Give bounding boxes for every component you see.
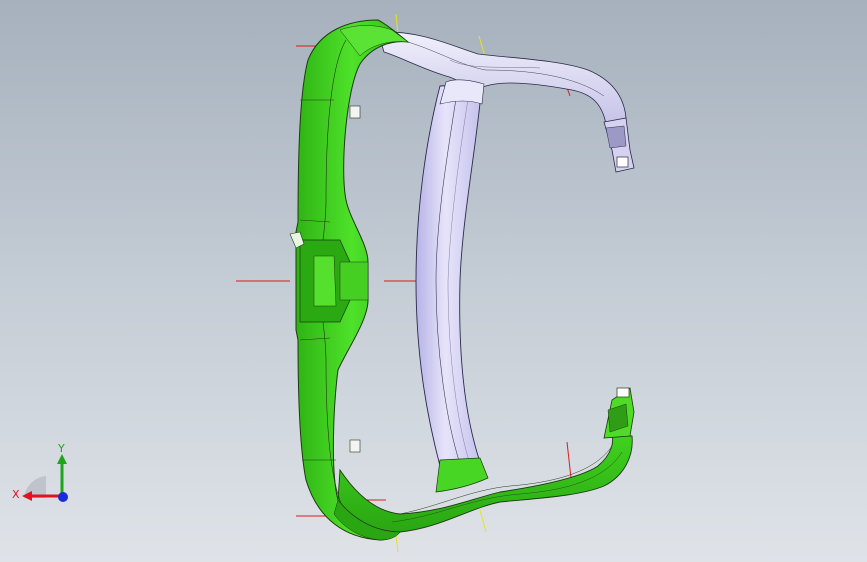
center-bridge-face <box>339 261 369 301</box>
axis-line-bottom-right <box>479 509 487 533</box>
axis-line-bottom <box>395 535 399 553</box>
upper-arm-surface <box>377 31 627 125</box>
inner-band-surface <box>415 83 483 467</box>
3d-model-viewport[interactable]: Y X <box>0 0 867 562</box>
hinge-block-bottom <box>349 439 361 453</box>
reference-line-right-lower <box>566 441 572 479</box>
inner-band[interactable] <box>415 79 485 467</box>
model-canvas[interactable] <box>0 0 867 562</box>
x-axis-label: X <box>12 488 20 501</box>
lower-arm-surface <box>337 433 633 533</box>
y-axis-arrowhead <box>57 454 67 464</box>
axis-line-top <box>395 13 399 35</box>
upper-clip-detail <box>605 125 627 149</box>
outer-frame[interactable] <box>289 19 410 541</box>
lower-clip-hole <box>616 387 630 398</box>
reference-triad[interactable]: Y X <box>12 440 84 512</box>
upper-clip-hole <box>616 156 629 168</box>
hinge-block-top <box>349 105 361 119</box>
z-axis-dot <box>58 492 68 502</box>
inner-band-top-cap <box>439 79 485 105</box>
reference-lines <box>236 45 572 517</box>
y-axis-label: Y <box>57 442 65 455</box>
lower-arm[interactable] <box>337 387 635 533</box>
upper-arm[interactable] <box>377 31 635 173</box>
lower-arm-junction <box>435 457 489 493</box>
center-bridge-pad <box>313 255 337 307</box>
